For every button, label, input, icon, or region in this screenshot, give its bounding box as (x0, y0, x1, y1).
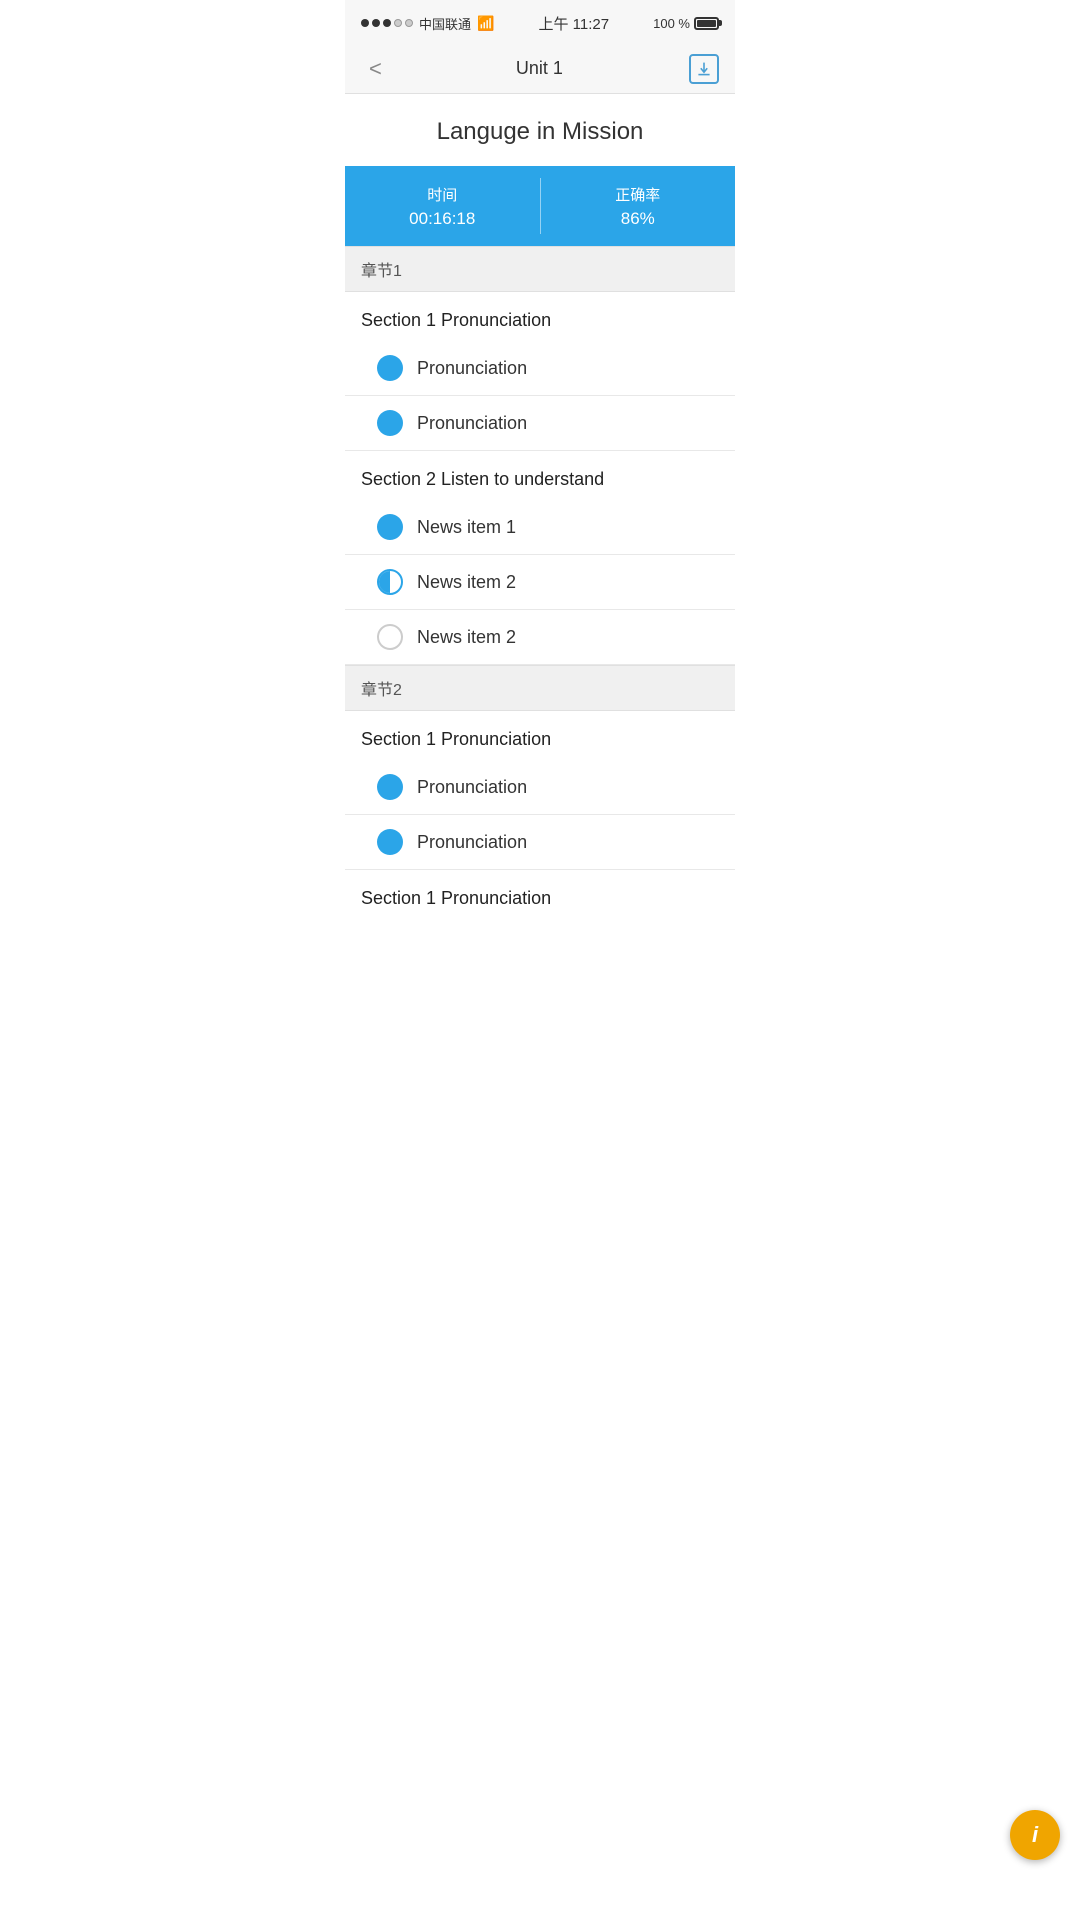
circle-full-icon (377, 514, 403, 540)
time-value: 00:16:18 (409, 209, 475, 229)
battery-label: 100 % (653, 16, 690, 31)
nav-title: Unit 1 (516, 58, 563, 79)
list-item-label: News item 2 (417, 572, 516, 593)
chapter-header: 章节1 (345, 246, 735, 292)
list-item-label: Pronunciation (417, 832, 527, 853)
list-item[interactable]: Pronunciation (345, 760, 735, 815)
list-item[interactable]: Pronunciation (345, 396, 735, 451)
nav-bar: < Unit 1 (345, 44, 735, 94)
section-title: Section 1 Pronunciation (345, 711, 735, 760)
list-item[interactable]: News item 1 (345, 500, 735, 555)
list-item-label: News item 2 (417, 627, 516, 648)
info-button[interactable]: i (1010, 1810, 1060, 1860)
wifi-icon: 📶 (477, 15, 494, 32)
list-item[interactable]: News item 2 (345, 555, 735, 610)
section-title: Section 2 Listen to understand (345, 451, 735, 500)
list-item[interactable]: Pronunciation (345, 815, 735, 870)
stats-banner: 时间 00:16:18 正确率 86% (345, 166, 735, 246)
circle-full-icon (377, 355, 403, 381)
status-bar: 中国联通 📶 上午 11:27 100 % (345, 0, 735, 44)
list-item-label: Pronunciation (417, 358, 527, 379)
circle-full-icon (377, 829, 403, 855)
list-item-label: Pronunciation (417, 413, 527, 434)
stat-accuracy: 正确率 86% (541, 166, 736, 246)
status-left: 中国联通 📶 (361, 14, 494, 33)
signal-icon (361, 19, 413, 27)
list-item-label: News item 1 (417, 517, 516, 538)
circle-full-icon (377, 410, 403, 436)
back-button[interactable]: < (361, 52, 390, 86)
circle-full-icon (377, 774, 403, 800)
list-item[interactable]: News item 2 (345, 610, 735, 665)
battery-icon (694, 17, 719, 30)
list-item[interactable]: Pronunciation (345, 341, 735, 396)
circle-empty-icon (377, 624, 403, 650)
list-item-label: Pronunciation (417, 777, 527, 798)
circle-half-icon (377, 569, 403, 595)
page-title: Languge in Mission (345, 94, 735, 166)
section-title: Section 1 Pronunciation (345, 292, 735, 341)
status-right: 100 % (653, 16, 719, 31)
content-area: 章节1Section 1 PronunciationPronunciationP… (345, 246, 735, 919)
accuracy-value: 86% (621, 209, 655, 229)
status-time: 上午 11:27 (538, 13, 609, 34)
chapter-header: 章节2 (345, 665, 735, 711)
stat-time: 时间 00:16:18 (345, 166, 540, 246)
section-title: Section 1 Pronunciation (345, 870, 735, 919)
download-button[interactable] (689, 54, 719, 84)
time-label: 时间 (427, 184, 457, 205)
carrier-label: 中国联通 (419, 14, 471, 33)
accuracy-label: 正确率 (615, 184, 660, 205)
